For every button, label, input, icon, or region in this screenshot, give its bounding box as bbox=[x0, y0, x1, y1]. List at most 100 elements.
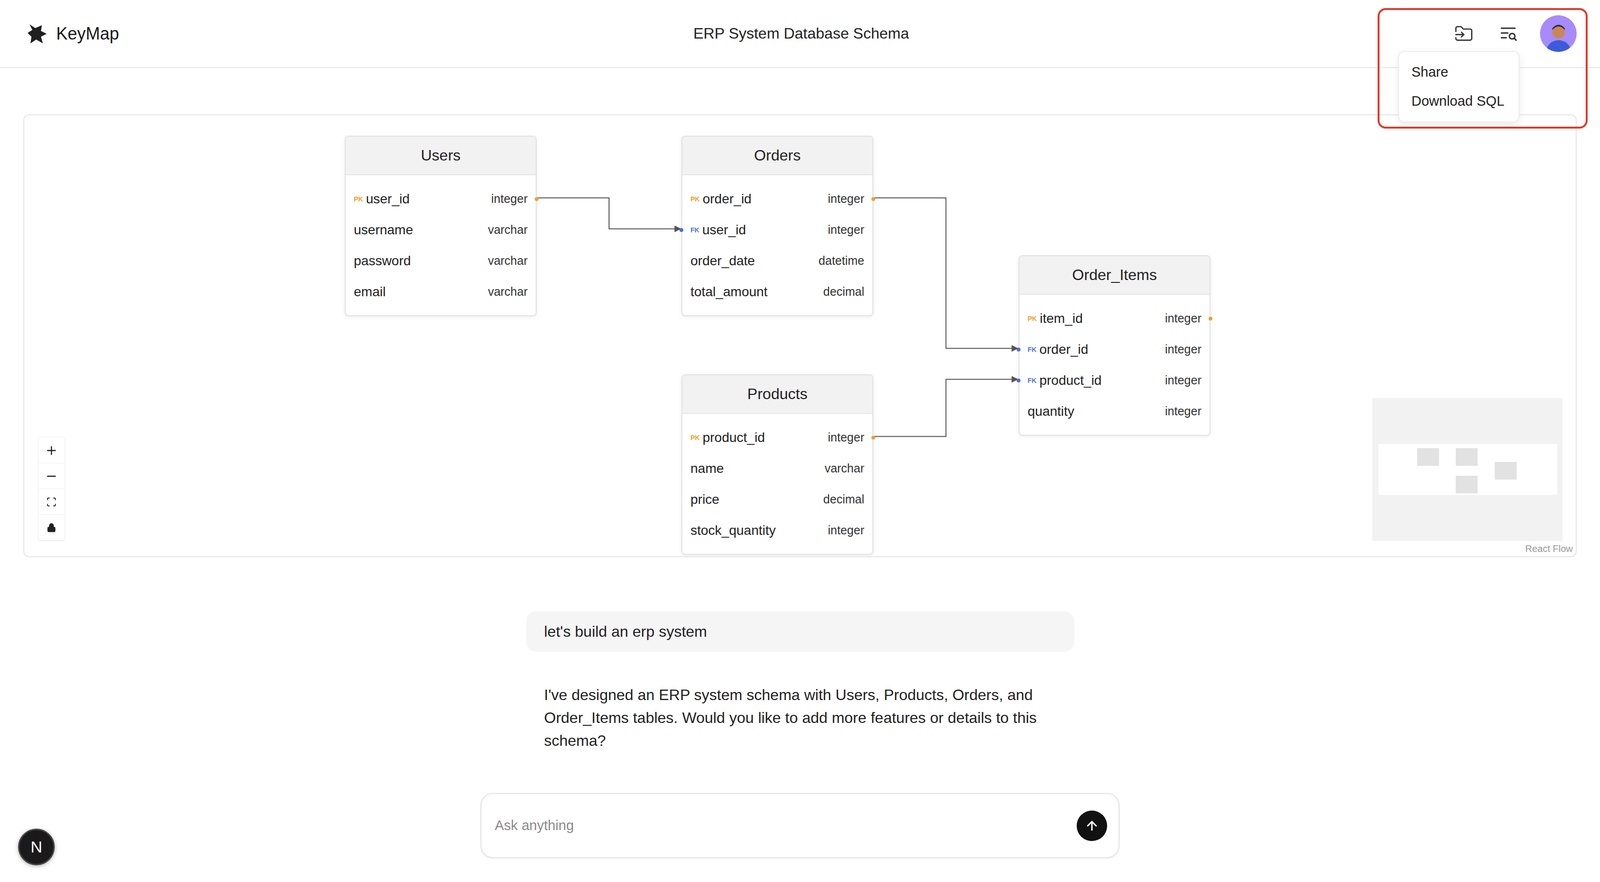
column-name: PKuser_id bbox=[353, 191, 410, 207]
column-type: integer bbox=[1165, 404, 1202, 419]
relation-edge[interactable] bbox=[873, 379, 1018, 437]
user-message: let's build an erp system bbox=[526, 610, 1075, 652]
table-name: Orders bbox=[682, 136, 873, 176]
source-handle[interactable] bbox=[871, 435, 876, 440]
diagram-canvas[interactable]: UsersPKuser_idintegerusernamevarcharpass… bbox=[23, 114, 1577, 558]
target-handle[interactable] bbox=[1016, 378, 1021, 383]
column-name: PKproduct_id bbox=[690, 430, 765, 446]
attribution[interactable]: React Flow bbox=[1525, 543, 1573, 555]
column-name: price bbox=[690, 491, 720, 508]
folder-icon bbox=[1454, 24, 1474, 44]
minimap-node bbox=[1417, 448, 1440, 466]
brand-name: KeyMap bbox=[56, 23, 120, 44]
column-row: stock_quantity integer bbox=[682, 514, 873, 546]
key-badge: FK bbox=[1027, 376, 1037, 385]
table-node[interactable]: Orders PKorder_id integer FKuser_idintegero… bbox=[681, 135, 874, 317]
column-name: FKorder_id bbox=[1027, 341, 1089, 358]
column-name: order_date bbox=[690, 253, 755, 269]
dev-badge[interactable]: N bbox=[18, 828, 55, 866]
plus-icon bbox=[44, 443, 59, 458]
chat-input-box bbox=[480, 792, 1120, 859]
column-type: decimal bbox=[823, 492, 865, 507]
column-type: integer bbox=[1165, 311, 1202, 326]
minimap-node bbox=[1455, 448, 1478, 466]
header: KeyMapERP System Database Schema bbox=[0, 0, 1600, 69]
source-handle[interactable] bbox=[871, 197, 876, 201]
target-handle[interactable] bbox=[1016, 347, 1021, 352]
zoom-controls bbox=[38, 437, 65, 541]
column-type: datetime bbox=[818, 253, 865, 268]
chat: let's build an erp system I've designed a… bbox=[480, 610, 1120, 859]
column-type: integer bbox=[828, 191, 865, 206]
logo-icon bbox=[25, 22, 49, 46]
person-icon bbox=[1542, 20, 1575, 52]
target-handle[interactable] bbox=[679, 228, 684, 232]
column-type: integer bbox=[491, 191, 528, 206]
column-row: FKproduct_id integer bbox=[1019, 364, 1210, 396]
column-name: PKitem_id bbox=[1027, 310, 1083, 327]
column-name: stock_quantity bbox=[690, 522, 776, 539]
table-node[interactable]: UsersPKuser_idintegerusernamevarcharpass… bbox=[344, 135, 537, 317]
column-name: name bbox=[690, 460, 724, 477]
column-name: quantity bbox=[1027, 403, 1075, 420]
column-type: varchar bbox=[488, 222, 528, 237]
column-row: passwordvarchar bbox=[345, 245, 536, 277]
relation-edge[interactable] bbox=[873, 198, 1018, 349]
column-row: PKuser_id integer bbox=[345, 183, 536, 215]
arrow-up-icon bbox=[1084, 818, 1100, 833]
minus-icon bbox=[44, 469, 59, 483]
column-type: integer bbox=[1165, 373, 1202, 388]
key-badge: PK bbox=[690, 433, 700, 442]
header-actions bbox=[1450, 15, 1577, 52]
dropdown-menu: ShareDownload SQL bbox=[1398, 50, 1520, 123]
column-row: total_amountdecimal bbox=[682, 276, 873, 308]
column-name: password bbox=[353, 253, 411, 269]
assistant-message: I've designed an ERP system schema with … bbox=[526, 683, 1075, 752]
zoom-out-button[interactable] bbox=[38, 463, 65, 490]
column-row: FKuser_idinteger bbox=[682, 214, 873, 246]
minimap-node bbox=[1494, 461, 1517, 480]
relation-edge[interactable] bbox=[536, 198, 681, 230]
key-badge: FK bbox=[690, 226, 700, 234]
send-button[interactable] bbox=[1076, 810, 1108, 841]
column-row: emailvarchar bbox=[345, 276, 536, 308]
brand[interactable]: KeyMap bbox=[25, 22, 694, 46]
folder-button[interactable] bbox=[1450, 20, 1478, 48]
lock-button[interactable] bbox=[38, 514, 65, 541]
table-name: Products bbox=[682, 375, 873, 414]
table-node[interactable]: ProductsPKproduct_idintegernamevarcharpr… bbox=[681, 374, 874, 555]
menu-item[interactable]: Download SQL bbox=[1402, 86, 1515, 116]
search-list-button[interactable] bbox=[1495, 20, 1522, 48]
table-columns: PKuser_id integer username varchar passwordv… bbox=[345, 175, 536, 316]
column-name: FKuser_id bbox=[690, 222, 747, 238]
key-badge: PK bbox=[1027, 314, 1037, 323]
avatar[interactable] bbox=[1540, 15, 1577, 52]
zoom-in-button[interactable] bbox=[38, 437, 65, 464]
fit-view-button[interactable] bbox=[38, 489, 65, 515]
table-columns: PKproduct_idintegernamevarcharpricedecim… bbox=[682, 413, 873, 554]
column-row: PKorder_id integer bbox=[682, 183, 873, 215]
table-columns: PKitem_idintegerFKorder_idintegerFKprodu… bbox=[1019, 294, 1210, 435]
minimap-node bbox=[1455, 475, 1478, 494]
column-row: PKproduct_idinteger bbox=[682, 421, 873, 453]
lock-icon bbox=[46, 522, 57, 533]
column-row: FKorder_id integer bbox=[1019, 333, 1210, 365]
column-name: username bbox=[353, 222, 414, 238]
source-handle[interactable] bbox=[534, 197, 539, 201]
menu-item[interactable]: Share bbox=[1402, 57, 1515, 87]
column-type: varchar bbox=[824, 461, 865, 476]
column-name: PKorder_id bbox=[690, 191, 752, 207]
column-type: integer bbox=[1165, 342, 1202, 357]
table-columns: PKorder_id integer FKuser_idinteger order_d… bbox=[682, 175, 873, 316]
source-handle[interactable] bbox=[1208, 316, 1213, 321]
minimap[interactable] bbox=[1372, 398, 1563, 541]
key-badge: FK bbox=[1027, 345, 1037, 354]
table-node[interactable]: Order_ItemsPKitem_idintegerFKorder_idint… bbox=[1018, 255, 1211, 436]
app: KeyMapERP System Database SchemaShareDow… bbox=[0, 0, 1600, 882]
chat-input[interactable] bbox=[493, 817, 1068, 834]
column-name: total_amount bbox=[690, 284, 768, 300]
column-name: FKproduct_id bbox=[1027, 372, 1102, 389]
column-row: PKitem_id integer bbox=[1019, 302, 1210, 334]
key-badge: PK bbox=[353, 195, 363, 203]
column-type: integer bbox=[828, 523, 865, 538]
